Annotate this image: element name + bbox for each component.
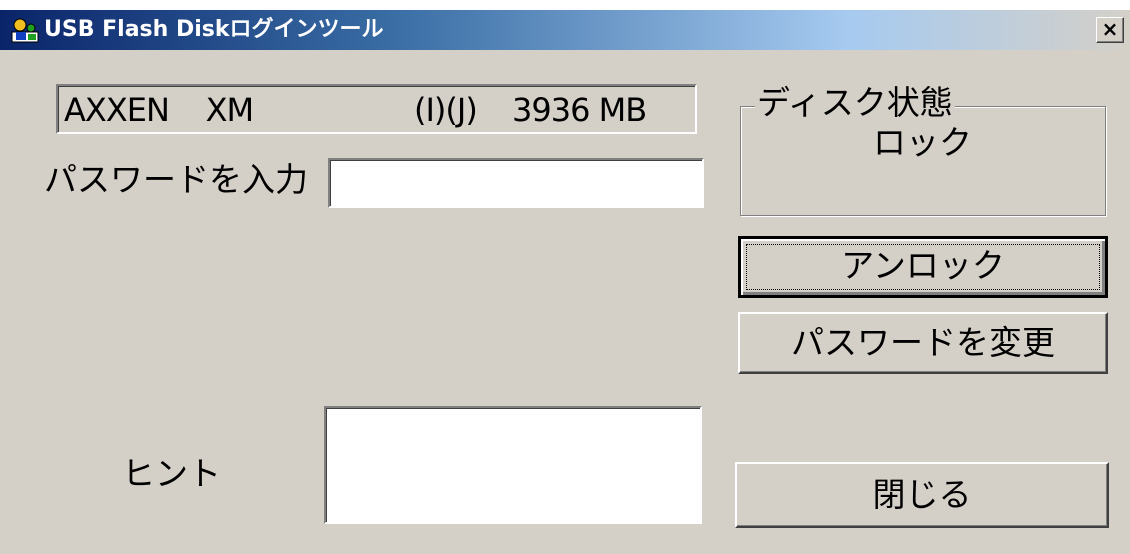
password-label: パスワードを入力 xyxy=(44,160,308,199)
disk-status-text: ロック xyxy=(873,123,972,162)
disk-status-group: ディスク状態 ロック xyxy=(740,83,1106,216)
title-bar[interactable]: USB Flash Diskログインツール × xyxy=(0,10,1130,50)
close-icon: × xyxy=(1101,17,1119,41)
user-key-icon xyxy=(10,16,40,44)
close-window-button[interactable]: × xyxy=(1096,17,1124,43)
hint-box xyxy=(324,406,702,524)
change-password-button-label: パスワードを変更 xyxy=(791,323,1055,362)
close-button-label: 閉じる xyxy=(872,475,972,514)
window-title: USB Flash Diskログインツール xyxy=(44,17,384,42)
unlock-button[interactable]: アンロック xyxy=(738,236,1108,298)
change-password-button[interactable]: パスワードを変更 xyxy=(738,312,1108,374)
password-input[interactable] xyxy=(328,158,704,208)
login-tool-window: USB Flash Diskログインツール × AXXEN XM (I)(J) … xyxy=(0,10,1130,554)
focus-rect xyxy=(746,244,1100,290)
screen-background xyxy=(0,0,1130,10)
disk-status-group-label: ディスク状態 xyxy=(755,83,955,123)
drive-letters: (I)(J) xyxy=(414,91,478,129)
drive-name: AXXEN XM xyxy=(64,91,254,129)
hint-label: ヒント xyxy=(122,454,221,493)
drive-info-box: AXXEN XM (I)(J) 3936 MB xyxy=(56,84,697,134)
close-button[interactable]: 閉じる xyxy=(735,462,1109,528)
drive-size: 3936 MB xyxy=(512,91,647,129)
